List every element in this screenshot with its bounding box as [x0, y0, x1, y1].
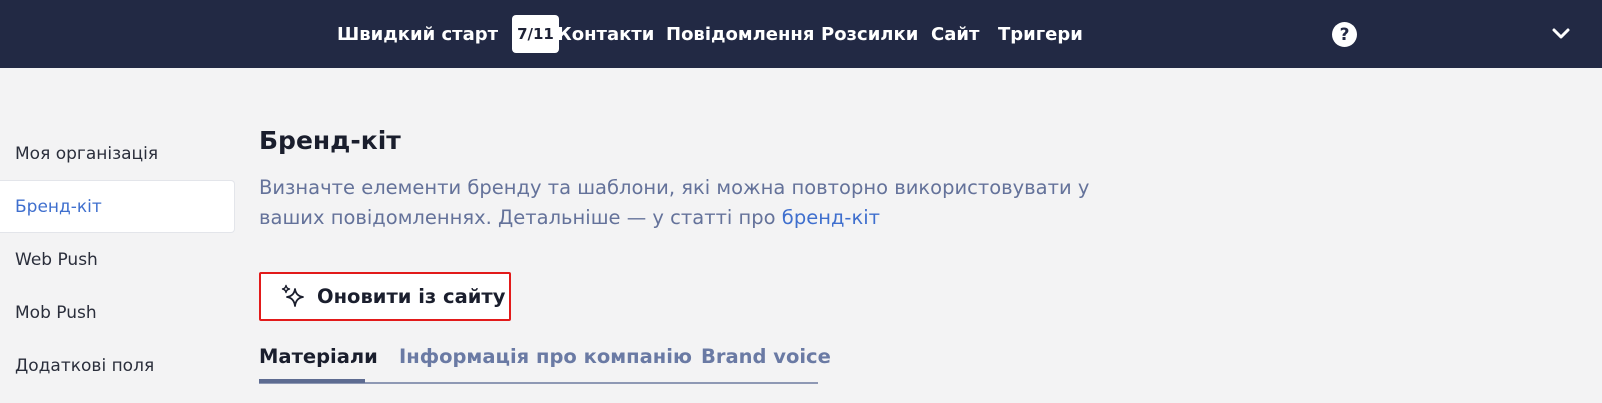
nav-quickstart-label[interactable]: Швидкий старт — [337, 24, 498, 45]
nav-quickstart[interactable]: Швидкий старт 7/11 — [337, 0, 559, 68]
quickstart-progress-badge[interactable]: 7/11 — [512, 15, 559, 53]
page-description: Визначте елементи бренду та шаблони, які… — [259, 173, 1159, 233]
sidebar-item-mob-push[interactable]: Mob Push — [0, 286, 235, 339]
chevron-down-icon[interactable] — [1551, 24, 1571, 44]
nav-site[interactable]: Сайт — [931, 24, 979, 45]
tab-brand-voice[interactable]: Brand voice — [701, 345, 831, 368]
update-from-site-button[interactable]: Оновити із сайту — [259, 272, 511, 321]
sidebar-item-my-organization[interactable]: Моя організація — [0, 127, 235, 180]
nav-contacts[interactable]: Контакти — [557, 24, 654, 45]
tab-materials[interactable]: Матеріали — [259, 345, 378, 368]
nav-messages[interactable]: Повідомлення — [666, 24, 814, 45]
active-tab-indicator — [259, 379, 365, 383]
settings-sidebar: Моя організація Бренд-кіт Web Push Mob P… — [0, 127, 235, 392]
brand-kit-article-link[interactable]: бренд-кіт — [782, 206, 880, 229]
help-icon[interactable]: ? — [1332, 22, 1357, 47]
page-title: Бренд-кіт — [259, 126, 401, 155]
sidebar-item-label: Моя організація — [15, 143, 159, 164]
sparkle-icon — [281, 284, 304, 307]
sidebar-item-label: Бренд-кіт — [15, 196, 102, 217]
sidebar-item-label: Додаткові поля — [15, 355, 155, 376]
brand-kit-tabs: Матеріали Інформація про компанію Brand … — [259, 340, 831, 384]
top-navigation-bar: Швидкий старт 7/11 Контакти Повідомлення… — [0, 0, 1602, 68]
nav-triggers[interactable]: Тригери — [998, 24, 1083, 45]
sidebar-item-label: Web Push — [15, 249, 98, 270]
tab-company-info[interactable]: Інформація про компанію — [399, 345, 692, 368]
sidebar-item-custom-fields[interactable]: Додаткові поля — [0, 339, 235, 392]
update-from-site-label: Оновити із сайту — [317, 285, 506, 308]
sidebar-item-label: Mob Push — [15, 302, 97, 323]
sidebar-item-brand-kit[interactable]: Бренд-кіт — [0, 180, 235, 233]
sidebar-item-web-push[interactable]: Web Push — [0, 233, 235, 286]
nav-campaigns[interactable]: Розсилки — [821, 24, 918, 45]
description-text: Визначте елементи бренду та шаблони, які… — [259, 176, 1090, 229]
